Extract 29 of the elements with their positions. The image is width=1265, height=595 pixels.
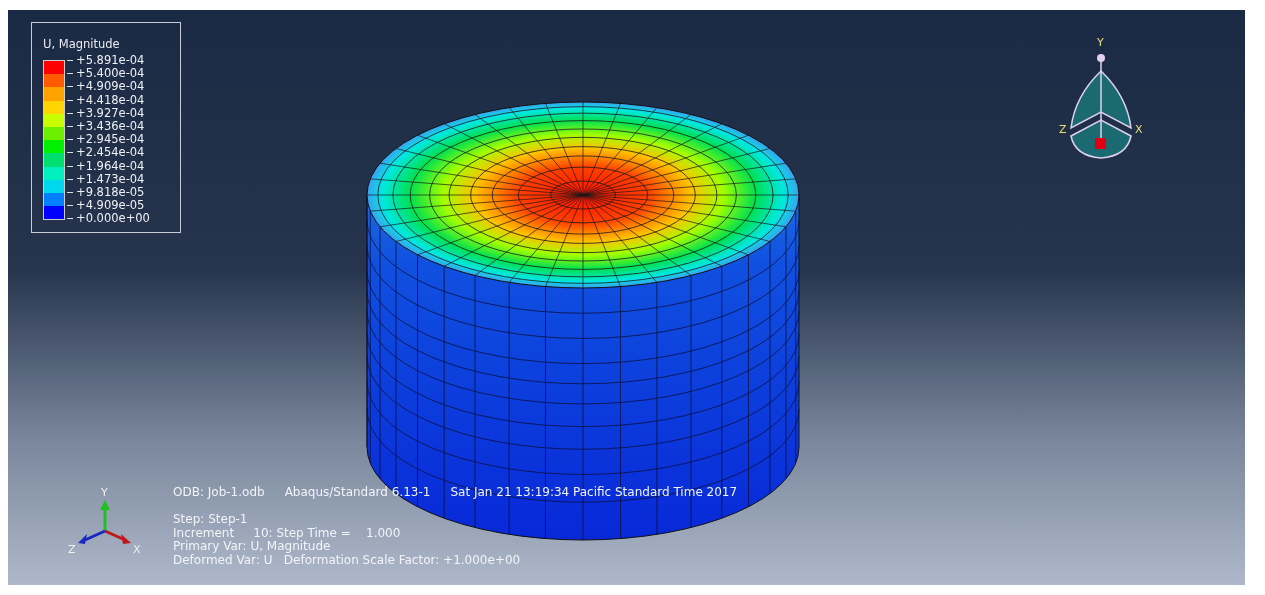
legend-value: +2.454e-04 (67, 146, 150, 160)
info-text: Step: Step-1 (173, 513, 249, 527)
info-text: Sat Jan 21 13:19:34 Pacific Standard Time 2017 (450, 485, 738, 499)
axis-label: Y (101, 486, 108, 499)
legend-value: +4.909e-05 (67, 199, 150, 213)
legend-value: +2.945e-04 (67, 133, 150, 147)
legend-value: +4.909e-04 (67, 80, 150, 94)
legend-value: +5.400e-04 (67, 67, 150, 81)
legend-title: U, Magnitude (43, 37, 121, 51)
axis-triad-icon (78, 500, 131, 544)
view-orientation-icon (1070, 54, 1132, 159)
legend-value: +5.891e-04 (67, 54, 150, 68)
legend-value: +1.964e-04 (67, 159, 150, 173)
legend-value: +0.000e+00 (67, 212, 150, 226)
info-text: Deformed Var: U Deformation Scale Factor: +1.000e+00 (173, 553, 522, 568)
axis-label: Z (1059, 123, 1067, 136)
info-text: Abaqus/Standard 6.13-1 (284, 485, 431, 499)
legend-value: +9.818e-05 (67, 186, 150, 200)
legend-value: +4.418e-04 (67, 93, 150, 107)
info-text: Primary Var: U, Magnitude (173, 540, 332, 554)
axis-label: X (1135, 123, 1143, 136)
legend-value: +3.436e-04 (67, 120, 150, 134)
axis-label: X (133, 543, 141, 556)
axis-label: Y (1097, 36, 1104, 49)
info-text: Increment 10: Step Time = 1.000 (173, 526, 402, 541)
legend-value: +3.927e-04 (67, 106, 150, 120)
info-text: ODB: Job-1.odb (173, 485, 265, 499)
legend-value: +1.473e-04 (67, 172, 150, 187)
axis-label: Z (68, 543, 76, 556)
